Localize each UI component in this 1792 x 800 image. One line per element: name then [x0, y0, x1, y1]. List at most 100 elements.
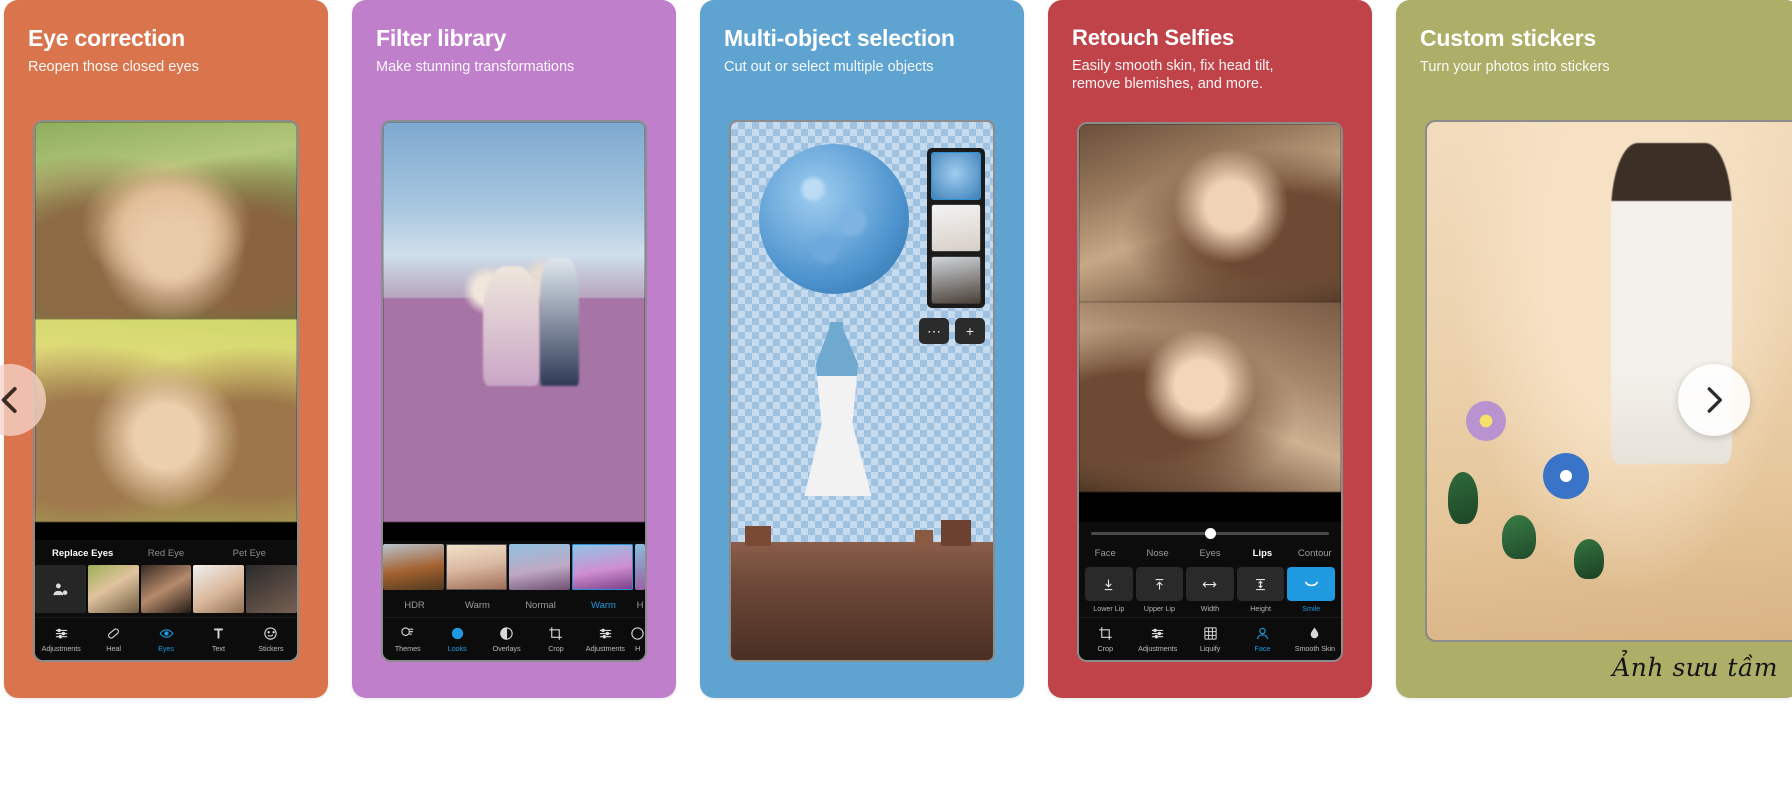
tab-eyes[interactable]: Eyes: [1184, 541, 1236, 565]
tab-nose[interactable]: Nose: [1131, 541, 1183, 565]
card-header: Multi-object selection Cut out or select…: [700, 0, 1024, 76]
bottom-nav[interactable]: Themes Looks Overlays Crop Adjustments H: [383, 617, 645, 660]
eye-mode-tabs[interactable]: Replace Eyes Red Eye Pet Eye: [35, 540, 297, 563]
nav-label: Smooth Skin: [1294, 644, 1335, 653]
add-face-button[interactable]: [35, 565, 86, 613]
upper-lip-icon: [1155, 578, 1164, 589]
before-photo: [35, 122, 297, 319]
tool-width[interactable]: Width: [1186, 567, 1234, 613]
filter-thumbnail-strip[interactable]: [383, 541, 645, 593]
nav-crop[interactable]: Crop: [1079, 621, 1131, 660]
tool-smile[interactable]: Smile: [1287, 567, 1335, 613]
tool-lower-lip[interactable]: Lower Lip: [1085, 567, 1133, 613]
layer-add-button[interactable]: +: [955, 318, 985, 344]
nav-stickers[interactable]: Stickers: [245, 621, 297, 660]
layer-panel[interactable]: [927, 148, 985, 308]
nav-label: Themes: [394, 644, 421, 653]
slider-track[interactable]: [1091, 528, 1329, 539]
nav-looks[interactable]: Looks: [432, 621, 481, 660]
feature-card-multi-object-selection[interactable]: Multi-object selection Cut out or select…: [700, 0, 1024, 698]
tool-upper-lip[interactable]: Upper Lip: [1135, 567, 1184, 613]
nav-adjustments[interactable]: Adjustments: [35, 621, 87, 660]
card-subtitle: Make stunning transformations: [376, 58, 575, 75]
nav-crop[interactable]: Crop: [531, 621, 580, 660]
tab-face[interactable]: Face: [1079, 541, 1131, 565]
nav-adjustments[interactable]: Adjustments: [1131, 621, 1183, 660]
tool-label: Width: [1200, 604, 1220, 613]
nav-themes[interactable]: Themes: [383, 621, 432, 660]
tool-label: Upper Lip: [1143, 604, 1175, 613]
tool-button[interactable]: [1135, 567, 1184, 601]
tab-lips[interactable]: Lips: [1236, 541, 1288, 565]
nav-label: Liquify: [1199, 644, 1221, 653]
looks-icon: [451, 627, 463, 640]
carousel-next-button[interactable]: [1678, 364, 1750, 436]
sliders-icon: [599, 628, 611, 639]
more-icon: [631, 627, 644, 640]
feature-card-retouch-selfies[interactable]: Retouch Selfies Easily smooth skin, fix …: [1048, 0, 1372, 698]
bottom-nav[interactable]: Crop Adjustments Liquify Face Smooth Ski…: [1079, 617, 1341, 660]
layer-item[interactable]: [931, 256, 981, 304]
filter-thumb[interactable]: [635, 544, 645, 590]
card-subtitle: Cut out or select multiple objects: [724, 58, 934, 75]
eye-preset-strip[interactable]: [35, 563, 297, 617]
eye-preset-thumb[interactable]: [87, 565, 139, 613]
filter-thumb[interactable]: [509, 544, 570, 590]
eye-preset-thumb[interactable]: [140, 565, 192, 613]
tab-replace-eyes[interactable]: Replace Eyes: [41, 548, 124, 559]
tool-button[interactable]: [1236, 567, 1285, 601]
nav-heal[interactable]: Heal: [87, 621, 139, 660]
eye-preset-thumb[interactable]: [246, 565, 297, 613]
layer-action-buttons[interactable]: ⋯ +: [919, 318, 985, 344]
feature-card-custom-stickers[interactable]: Custom stickers Turn your photos into st…: [1396, 0, 1792, 698]
nav-adjustments[interactable]: Adjustments: [581, 621, 630, 660]
bottom-nav[interactable]: Adjustments Heal Eyes Text Stickers: [35, 617, 297, 660]
nav-liquify[interactable]: Liquify: [1184, 621, 1236, 660]
nav-overlays[interactable]: Overlays: [482, 621, 531, 660]
tool-button[interactable]: [1287, 567, 1335, 601]
nav-label: Crop: [548, 644, 564, 653]
lip-tool-row[interactable]: Lower Lip Upper Lip Width Height Smile: [1079, 565, 1341, 617]
nav-label: Face: [1254, 644, 1271, 653]
overlays-icon: [500, 627, 513, 640]
filter-thumb[interactable]: [572, 544, 633, 590]
nav-label: Heal: [106, 644, 121, 653]
face-part-tabs[interactable]: Face Nose Eyes Lips Contour: [1079, 541, 1341, 565]
tool-button[interactable]: [1186, 567, 1234, 601]
tab-pet-eye[interactable]: Pet Eye: [208, 548, 291, 559]
card-subtitle: Reopen those closed eyes: [28, 58, 199, 75]
filter-thumb[interactable]: [446, 544, 507, 590]
eye-preset-thumb[interactable]: [193, 565, 245, 613]
nav-smooth-skin[interactable]: Smooth Skin: [1289, 621, 1341, 660]
filter-label: H: [636, 600, 644, 611]
rooftop-object: [731, 520, 993, 660]
nav-face[interactable]: Face: [1236, 621, 1288, 660]
card-subtitle: Turn your photos into stickers: [1420, 58, 1610, 75]
layer-item[interactable]: [931, 152, 981, 200]
tab-contour[interactable]: Contour: [1289, 541, 1341, 565]
lower-lip-icon: [1105, 579, 1113, 590]
card-header: Custom stickers Turn your photos into st…: [1396, 0, 1792, 76]
slider-knob[interactable]: [1205, 528, 1217, 539]
feature-card-filter-library[interactable]: Filter library Make stunning transformat…: [352, 0, 676, 698]
filter-thumb[interactable]: [383, 544, 444, 590]
crop-icon: [1098, 627, 1112, 640]
tool-height[interactable]: Height: [1236, 567, 1285, 613]
tool-button[interactable]: [1085, 567, 1133, 601]
feature-card-eye-correction[interactable]: Eye correction Reopen those closed eyes …: [4, 0, 328, 698]
nav-eyes[interactable]: Eyes: [140, 621, 192, 660]
nav-more[interactable]: H: [630, 621, 645, 660]
moon-object[interactable]: [759, 144, 909, 294]
smile-icon: [1304, 581, 1318, 586]
nav-text[interactable]: Text: [192, 621, 244, 660]
layer-item[interactable]: [931, 204, 981, 252]
tab-red-eye[interactable]: Red Eye: [124, 548, 207, 559]
sticker-icon: [264, 627, 278, 640]
feature-card-carousel[interactable]: Eye correction Reopen those closed eyes …: [0, 0, 1792, 698]
card-header: Filter library Make stunning transformat…: [352, 0, 676, 76]
layer-more-button[interactable]: ⋯: [919, 318, 949, 344]
chevron-right-icon: [1707, 387, 1722, 413]
card-subtitle: Easily smooth skin, fix head tilt, remov…: [1072, 57, 1274, 92]
nav-label: Stickers: [258, 644, 284, 653]
intensity-slider[interactable]: [1079, 522, 1341, 541]
